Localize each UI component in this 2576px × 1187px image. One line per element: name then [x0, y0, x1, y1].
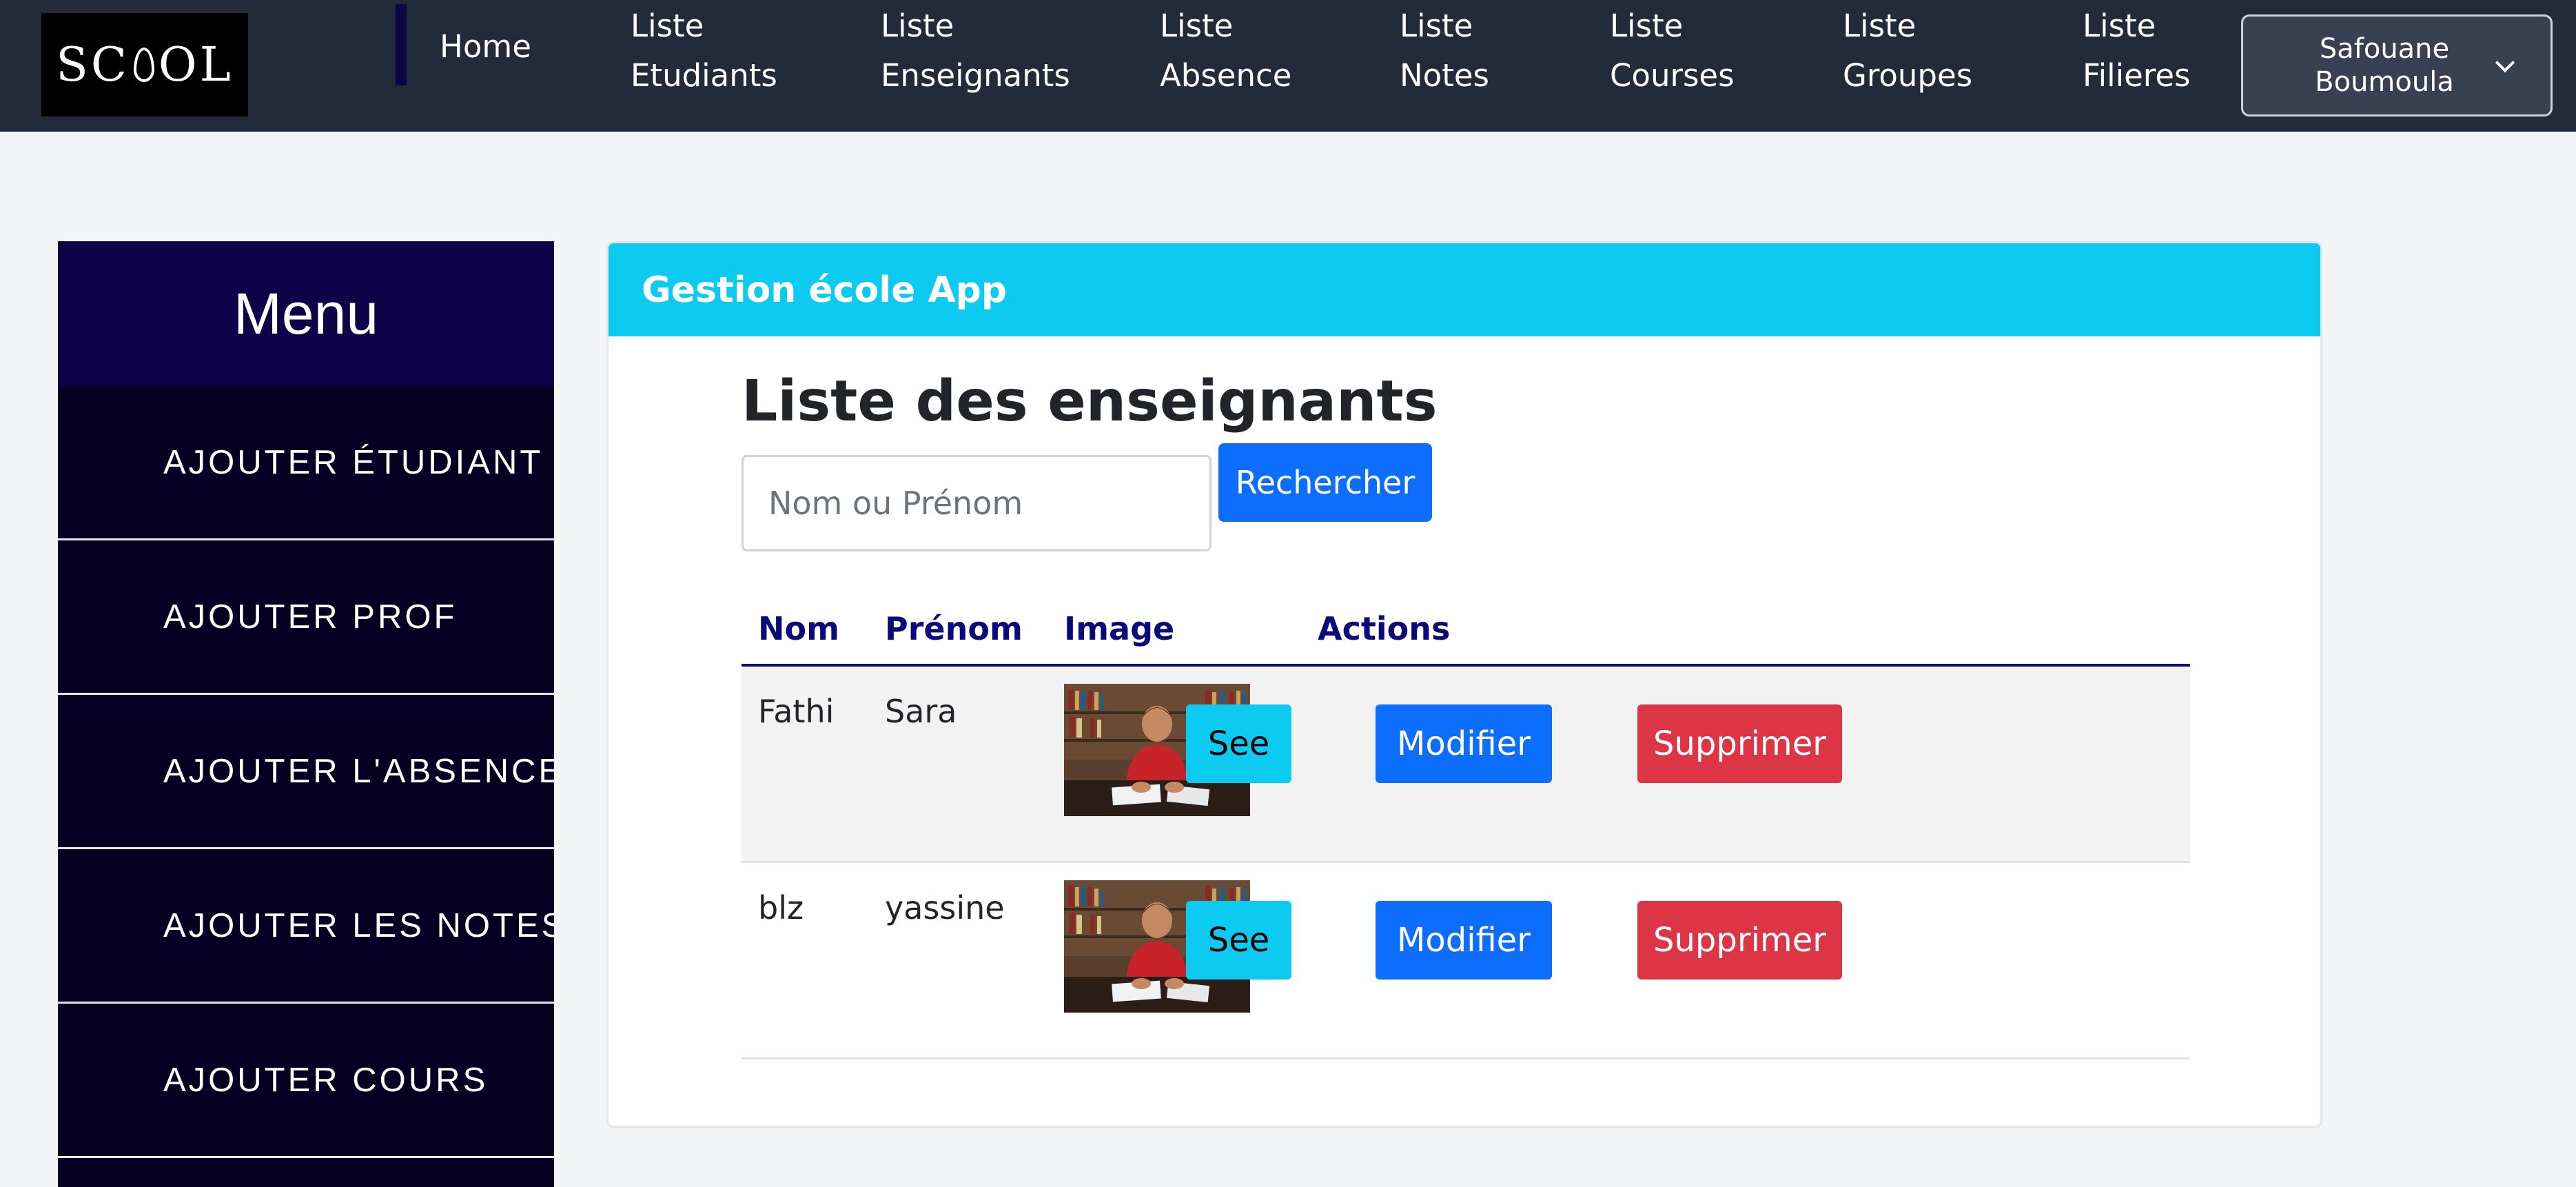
- table-row: blz yassine See Modifier Supprimer: [742, 863, 2190, 1059]
- user-name: Safouane Boumoula: [2291, 32, 2477, 99]
- nav-liste-courses[interactable]: Liste Courses: [1610, 1, 1735, 101]
- top-navbar: SC OL Home Liste Etudiants Liste Enseign…: [0, 0, 2576, 132]
- column-header-nom: Nom: [758, 610, 840, 647]
- nav-link-line2: Notes: [1400, 57, 1489, 94]
- sidebar-item-ajouter-cours[interactable]: Ajouter Cours: [58, 1004, 554, 1158]
- search-button[interactable]: Rechercher: [1218, 443, 1432, 522]
- table-header: Nom Prénom Image Actions: [742, 595, 2190, 667]
- school-logo[interactable]: SC OL: [41, 13, 248, 116]
- supprimer-button[interactable]: Supprimer: [1637, 901, 1842, 980]
- user-menu-dropdown[interactable]: Safouane Boumoula: [2241, 14, 2553, 116]
- user-last-name: Boumoula: [2315, 66, 2454, 98]
- nav-link-line1: Liste: [631, 8, 704, 44]
- nav-link-line1: Liste: [881, 8, 954, 44]
- nav-link-line2: Filieres: [2083, 57, 2191, 94]
- cell-nom: blz: [758, 889, 804, 926]
- nav-link-line2: Absence: [1160, 57, 1292, 94]
- sidebar-item-label: Ajouter Cours: [163, 1061, 489, 1099]
- nav-liste-filieres[interactable]: Liste Filieres: [2083, 1, 2190, 101]
- nav-home[interactable]: Home: [440, 22, 531, 72]
- logo-text-right: OL: [158, 37, 234, 92]
- cell-prenom: yassine: [885, 889, 1005, 926]
- user-first-name: Safouane: [2319, 33, 2450, 65]
- search-input[interactable]: [742, 455, 1212, 551]
- egg-icon: [133, 48, 154, 82]
- sidebar-item-ajouter-etudiant[interactable]: Ajouter Étudiant: [58, 386, 554, 540]
- column-header-actions: Actions: [1318, 610, 1451, 647]
- see-button[interactable]: See: [1186, 901, 1291, 980]
- sidebar-item-ajouter-absence[interactable]: Ajouter L'absence: [58, 695, 554, 849]
- see-button[interactable]: See: [1186, 704, 1291, 783]
- chevron-down-icon: [2495, 52, 2515, 73]
- supprimer-button[interactable]: Supprimer: [1637, 704, 1842, 783]
- sidebar-item-label: Ajouter Prof: [163, 598, 458, 636]
- nav-divider: [396, 4, 407, 85]
- main-card: Gestion école App Liste des enseignants …: [606, 241, 2322, 1128]
- modifier-button[interactable]: Modifier: [1376, 901, 1552, 980]
- nav-link-line2: Etudiants: [631, 57, 777, 94]
- cell-nom: Fathi: [758, 693, 835, 730]
- card-header: Gestion école App: [609, 243, 2320, 336]
- nav-link-line1: Liste: [1843, 8, 1916, 44]
- modifier-button[interactable]: Modifier: [1376, 704, 1552, 783]
- sidebar-item-label: Ajouter L'absence: [163, 752, 554, 790]
- sidebar-title: Menu: [58, 241, 554, 386]
- nav-liste-groupes[interactable]: Liste Groupes: [1843, 1, 1972, 101]
- page-title: Liste des enseignants: [742, 369, 1438, 434]
- sidebar-item-ajouter-prof[interactable]: Ajouter Prof: [58, 540, 554, 695]
- table-row: Fathi Sara See Modifier Supprimer: [742, 667, 2190, 863]
- nav-liste-notes[interactable]: Liste Notes: [1400, 1, 1489, 101]
- teachers-table: Nom Prénom Image Actions Fathi Sara See …: [742, 595, 2190, 1059]
- nav-link-line2: Courses: [1610, 57, 1735, 94]
- column-header-image: Image: [1064, 610, 1175, 647]
- sidebar-item-label: Ajouter Étudiant: [163, 443, 544, 481]
- nav-liste-absence[interactable]: Liste Absence: [1160, 1, 1291, 101]
- logo-text-left: SC: [56, 37, 130, 92]
- nav-liste-enseignants[interactable]: Liste Enseignants: [881, 1, 1070, 101]
- sidebar-item-ajouter-notes[interactable]: Ajouter les notes: [58, 849, 554, 1004]
- nav-link-line1: Liste: [2083, 8, 2156, 44]
- nav-liste-etudiants[interactable]: Liste Etudiants: [631, 1, 777, 101]
- sidebar-item-label: Ajouter les notes: [163, 906, 554, 944]
- column-header-prenom: Prénom: [885, 610, 1023, 647]
- nav-link-line2: Groupes: [1843, 57, 1973, 94]
- nav-link-label: Home: [440, 28, 531, 65]
- nav-link-line1: Liste: [1400, 8, 1473, 44]
- nav-link-line2: Enseignants: [881, 57, 1070, 94]
- sidebar-menu: Menu Ajouter Étudiant Ajouter Prof Ajout…: [58, 241, 554, 1187]
- nav-link-line1: Liste: [1610, 8, 1684, 44]
- nav-link-line1: Liste: [1160, 8, 1234, 44]
- cell-prenom: Sara: [885, 693, 957, 730]
